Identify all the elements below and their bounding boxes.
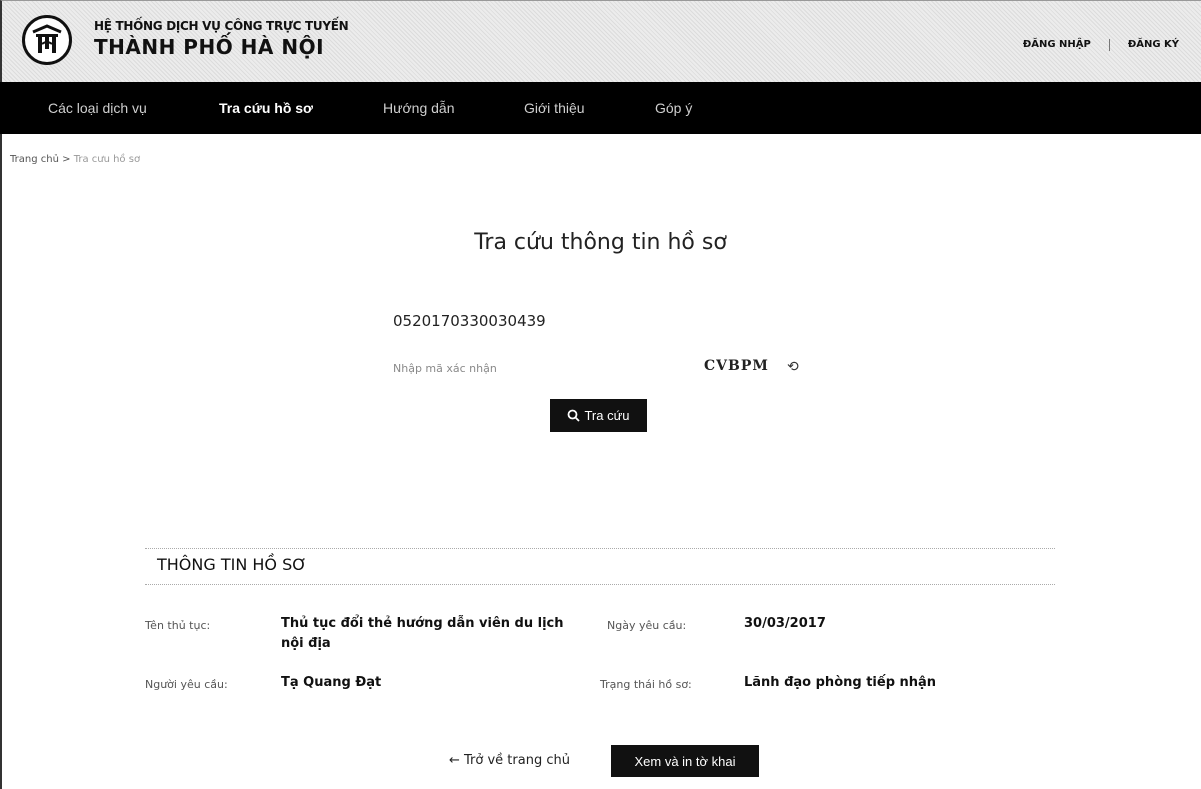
breadcrumb: Trang chủ > Tra cưu hồ sơ xyxy=(10,154,140,165)
refresh-captcha-icon[interactable]: ⟲ xyxy=(787,359,799,375)
nav-item-guide[interactable]: Hướng dẫn xyxy=(383,100,454,116)
print-form-button[interactable]: Xem và in tờ khai xyxy=(611,745,759,777)
brand-subtitle: HỆ THỐNG DỊCH VỤ CÔNG TRỰC TUYẾN xyxy=(94,19,349,33)
request-date-value: 30/03/2017 xyxy=(744,616,826,631)
captcha-image: CVBPM xyxy=(704,358,769,374)
breadcrumb-home[interactable]: Trang chủ xyxy=(10,154,59,165)
request-date-label: Ngày yêu cầu: xyxy=(607,619,687,632)
breadcrumb-current: Tra cưu hồ sơ xyxy=(73,154,141,165)
captcha-input[interactable] xyxy=(393,357,673,379)
login-link[interactable]: ĐĂNG NHẬP xyxy=(1023,39,1091,51)
status-value: Lãnh đạo phòng tiếp nhận xyxy=(744,675,937,690)
record-code-input[interactable] xyxy=(393,308,723,334)
nav-item-about[interactable]: Giới thiệu xyxy=(524,100,585,116)
nav-item-lookup[interactable]: Tra cứu hồ sơ xyxy=(219,100,313,116)
status-label: Trạng thái hồ sơ: xyxy=(600,678,692,691)
section-divider-bottom xyxy=(145,584,1055,585)
search-icon xyxy=(568,409,581,422)
procedure-label: Tên thủ tục: xyxy=(145,619,211,632)
back-home-link[interactable]: ← Trở về trang chủ xyxy=(449,753,570,768)
breadcrumb-separator: > xyxy=(62,154,71,165)
requester-value: Tạ Quang Đạt xyxy=(281,675,382,690)
nav-item-feedback[interactable]: Góp ý xyxy=(655,100,692,116)
search-button-label: Tra cứu xyxy=(584,408,630,423)
site-header: HỆ THỐNG DỊCH VỤ CÔNG TRỰC TUYẾN THÀNH P… xyxy=(0,0,1201,82)
main-nav: Các loại dịch vụ Tra cứu hồ sơ Hướng dẫn… xyxy=(0,82,1201,134)
brand-title: THÀNH PHỐ HÀ NỘI xyxy=(94,35,325,59)
auth-links: ĐĂNG NHẬP ĐĂNG KÝ xyxy=(1023,39,1179,51)
procedure-value: Thủ tục đổi thẻ hướng dẫn viên du lịch n… xyxy=(281,616,564,651)
register-link[interactable]: ĐĂNG KÝ xyxy=(1128,39,1179,51)
nav-item-services[interactable]: Các loại dịch vụ xyxy=(48,100,147,116)
record-section-title: THÔNG TIN HỒ SƠ xyxy=(157,555,307,574)
hanoi-logo-icon[interactable] xyxy=(22,15,72,65)
requester-label: Người yêu cầu: xyxy=(145,678,228,691)
section-divider-top xyxy=(145,548,1055,549)
page-title: Tra cứu thông tin hồ sơ xyxy=(474,230,727,255)
auth-separator xyxy=(1108,39,1110,51)
search-button[interactable]: Tra cứu xyxy=(550,399,647,432)
